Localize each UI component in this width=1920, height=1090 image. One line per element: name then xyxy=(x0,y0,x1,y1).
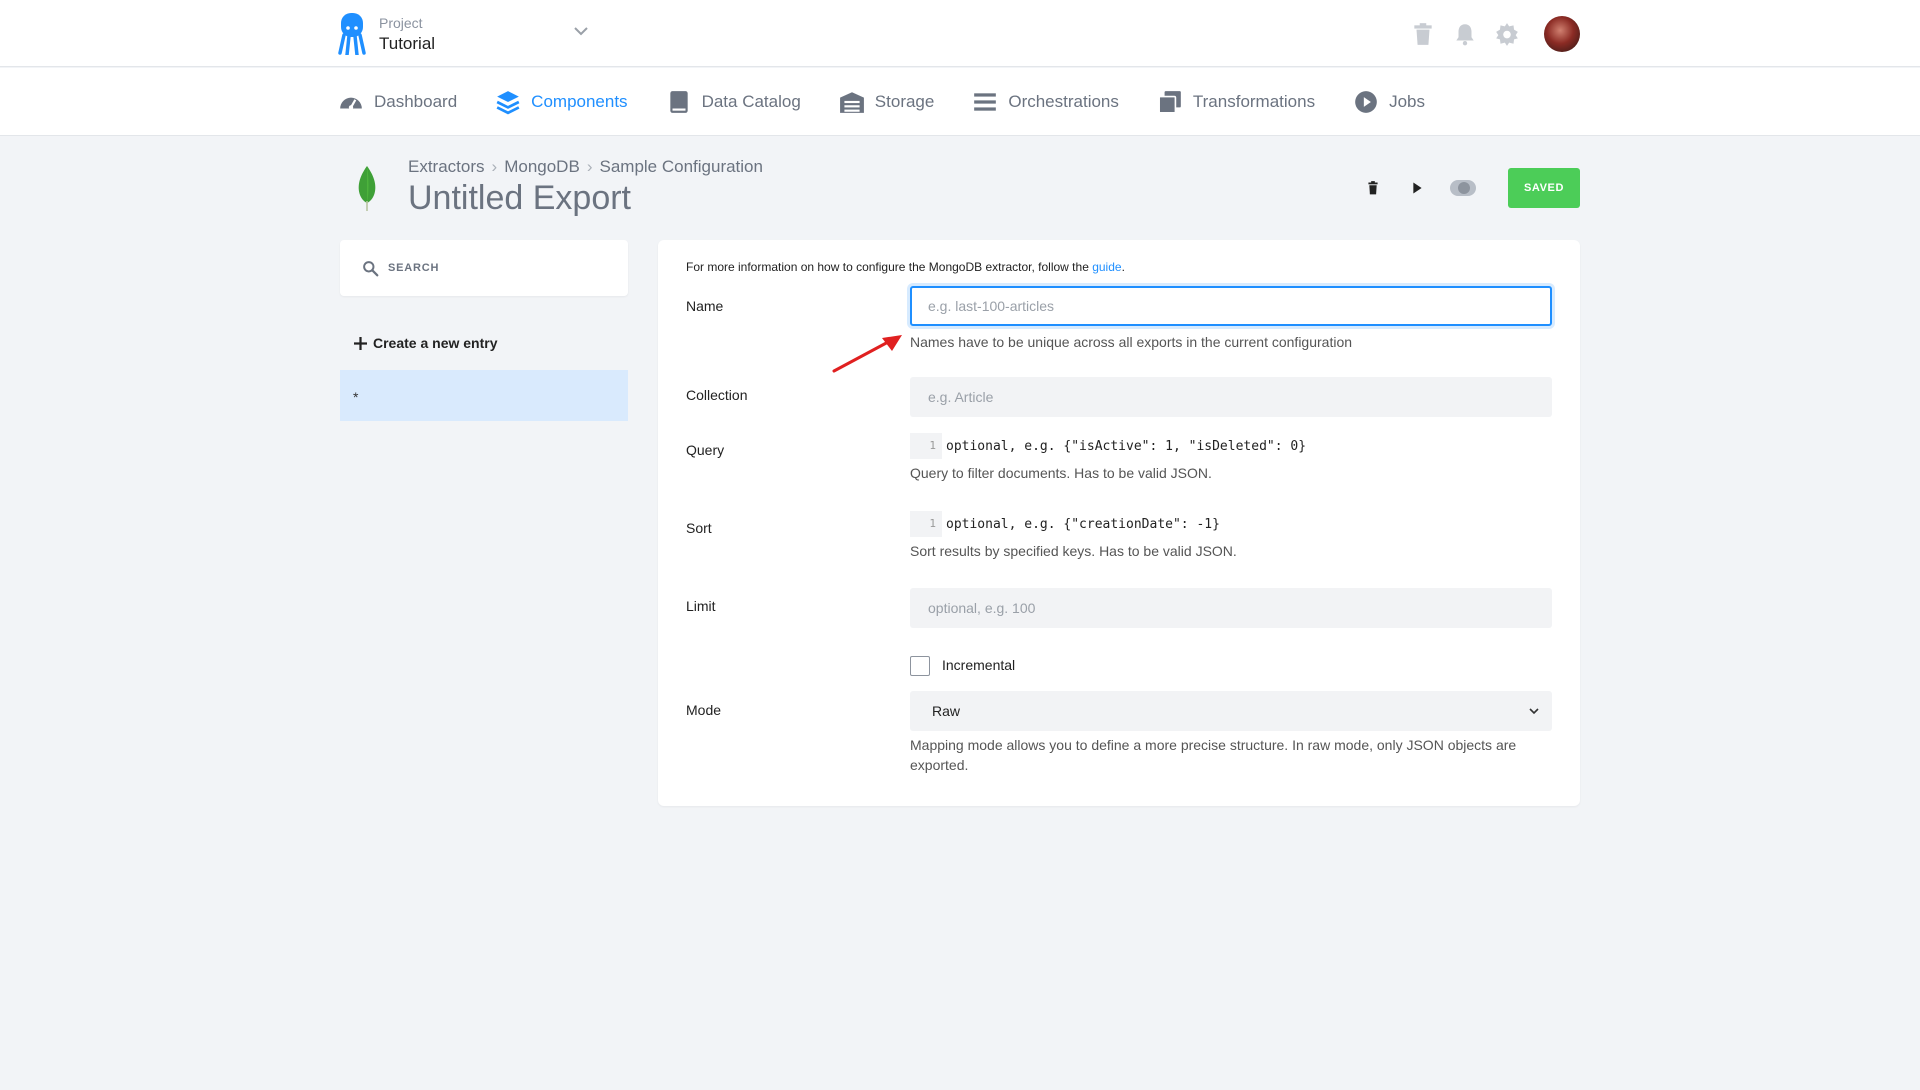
page-title: Untitled Export xyxy=(408,179,631,217)
nav-components[interactable]: Components xyxy=(495,89,628,115)
nav-storage[interactable]: Storage xyxy=(839,89,935,115)
collection-input[interactable] xyxy=(910,377,1552,417)
sort-editor[interactable]: 1 optional, e.g. {"creationDate": -1} xyxy=(910,511,1220,537)
breadcrumb-separator: › xyxy=(491,157,498,176)
book-icon xyxy=(669,91,688,113)
mode-value: Raw xyxy=(932,703,961,719)
nav-data-catalog-label: Data Catalog xyxy=(701,92,801,111)
limit-label: Limit xyxy=(686,598,716,614)
incremental-label: Incremental xyxy=(942,657,1016,673)
nav-jobs-label: Jobs xyxy=(1389,92,1425,111)
guide-link[interactable]: guide xyxy=(1092,260,1121,274)
gear-icon[interactable] xyxy=(1494,21,1520,47)
nav-dashboard[interactable]: Dashboard xyxy=(338,89,457,115)
project-name: Tutorial xyxy=(379,33,436,53)
nav-jobs[interactable]: Jobs xyxy=(1353,89,1425,115)
play-icon[interactable] xyxy=(1406,177,1428,199)
play-circle-icon xyxy=(1355,91,1377,113)
export-form-panel: For more information on how to configure… xyxy=(658,240,1580,806)
mode-help: Mapping mode allows you to define a more… xyxy=(910,735,1530,775)
sort-code: optional, e.g. {"creationDate": -1} xyxy=(946,516,1220,532)
info-text-prefix: For more information on how to configure… xyxy=(686,260,1093,274)
query-editor[interactable]: 1 optional, e.g. {"isActive": 1, "isDele… xyxy=(910,433,1306,459)
bell-icon[interactable] xyxy=(1452,21,1478,47)
plus-icon xyxy=(354,336,367,350)
line-number: 1 xyxy=(910,511,942,537)
breadcrumb: Extractors › MongoDB › Sample Configurat… xyxy=(408,157,763,177)
octopus-logo-icon xyxy=(338,13,366,55)
bars-icon xyxy=(974,93,997,111)
breadcrumb-extractors[interactable]: Extractors xyxy=(408,157,485,177)
chevron-down-icon[interactable] xyxy=(572,25,590,37)
query-label: Query xyxy=(686,442,725,458)
trash-icon[interactable] xyxy=(1410,21,1436,47)
create-entry-button[interactable]: Create a new entry xyxy=(354,335,498,351)
nav-orchestrations-label: Orchestrations xyxy=(1008,92,1119,111)
nav-transformations-label: Transformations xyxy=(1192,92,1316,111)
name-input[interactable] xyxy=(910,286,1552,326)
project-switcher[interactable]: Project Tutorial xyxy=(338,13,435,55)
project-label: Project xyxy=(379,14,423,31)
nav-orchestrations[interactable]: Orchestrations xyxy=(972,89,1119,115)
nav-data-catalog[interactable]: Data Catalog xyxy=(666,89,801,115)
nav-components-label: Components xyxy=(531,92,628,111)
collection-label: Collection xyxy=(686,387,748,403)
name-help: Names have to be unique across all expor… xyxy=(910,334,1353,350)
info-text: For more information on how to configure… xyxy=(686,260,1125,274)
top-bar: Project Tutorial xyxy=(0,0,1920,67)
line-number: 1 xyxy=(910,433,942,459)
incremental-checkbox[interactable] xyxy=(910,656,930,676)
annotation-arrow-icon xyxy=(832,335,902,373)
main-nav: Dashboard Components Data Catalog Storag… xyxy=(0,68,1920,136)
nav-dashboard-label: Dashboard xyxy=(374,92,458,111)
search-input[interactable] xyxy=(388,262,608,274)
mode-label: Mode xyxy=(686,702,722,718)
query-code: optional, e.g. {"isActive": 1, "isDelete… xyxy=(946,438,1307,454)
enable-toggle[interactable] xyxy=(1450,180,1476,196)
query-help: Query to filter documents. Has to be val… xyxy=(910,465,1212,481)
info-text-suffix: . xyxy=(1121,260,1125,274)
sidebar-entry[interactable]: * xyxy=(340,370,628,421)
nav-transformations[interactable]: Transformations xyxy=(1157,89,1315,115)
warehouse-icon xyxy=(839,92,864,113)
mode-select[interactable]: Raw xyxy=(910,691,1552,731)
create-entry-label: Create a new entry xyxy=(373,335,498,351)
breadcrumb-mongodb[interactable]: MongoDB xyxy=(504,157,580,177)
name-label: Name xyxy=(686,298,724,314)
breadcrumb-separator: › xyxy=(586,157,593,176)
page-header: Extractors › MongoDB › Sample Configurat… xyxy=(338,155,1580,225)
layers-icon xyxy=(496,91,520,115)
delete-icon[interactable] xyxy=(1362,177,1384,199)
sort-label: Sort xyxy=(686,520,712,536)
breadcrumb-configuration[interactable]: Sample Configuration xyxy=(599,157,762,177)
chevron-down-icon xyxy=(1529,708,1539,715)
search-icon xyxy=(363,260,379,276)
mode-help-line2: exported. xyxy=(910,757,969,773)
user-avatar[interactable] xyxy=(1544,16,1580,52)
nav-storage-label: Storage xyxy=(874,92,935,111)
limit-input[interactable] xyxy=(910,588,1552,628)
dashboard-icon xyxy=(340,97,362,110)
saved-button[interactable]: SAVED xyxy=(1508,168,1580,208)
sort-help: Sort results by specified keys. Has to b… xyxy=(910,543,1237,559)
sidebar-search xyxy=(340,240,628,296)
mode-help-line1: Mapping mode allows you to define a more… xyxy=(910,737,1517,753)
copy-icon xyxy=(1158,91,1181,114)
mongodb-leaf-icon xyxy=(358,166,376,211)
